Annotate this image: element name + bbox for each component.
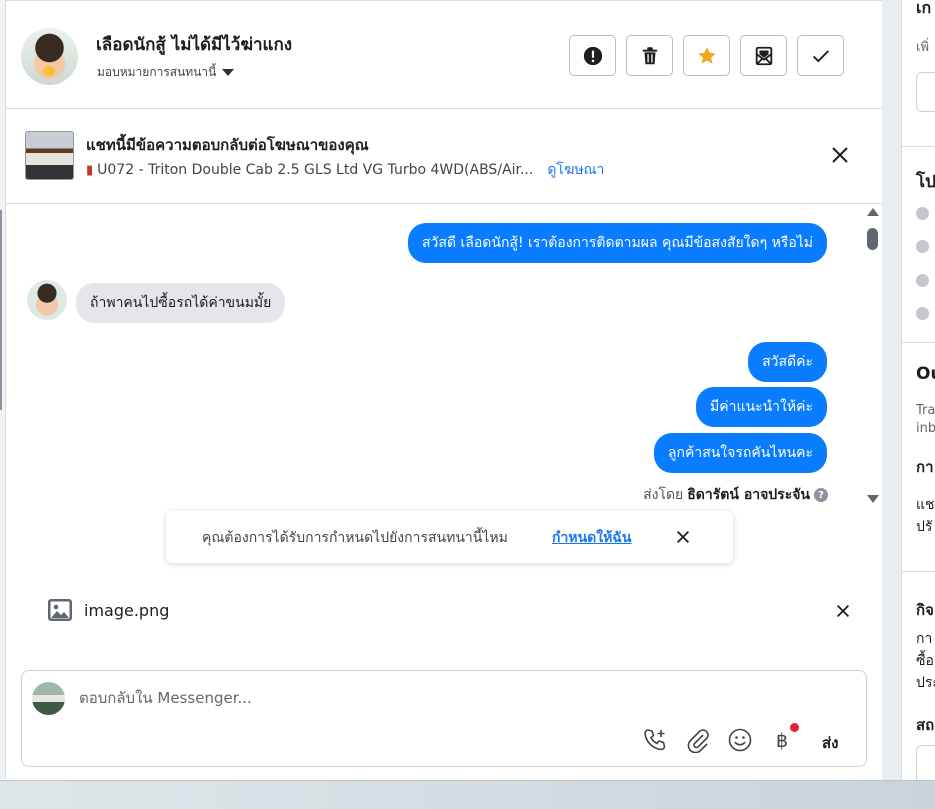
rp-subtext-top: เพิ่ [916,40,930,55]
message-outgoing: สวัสดีค่ะ [748,342,827,382]
caret-down-icon [222,69,235,76]
message-composer: ฿ ส่ง [21,670,867,767]
mark-done-button[interactable] [797,35,844,76]
rp-text-3: กา [916,631,933,647]
divider [902,342,935,343]
chat-panel: เลือดนักสู้ ไม่ได้มีไว้ฆ่าแกง มอบหมายการ… [5,0,883,780]
scroll-up-arrow[interactable] [867,208,879,216]
view-ad-link[interactable]: ดูโฆษณา [547,159,604,181]
message-outgoing: ลูกค้าสนใจรถคันไหนคะ [653,433,827,473]
alert-icon [583,46,602,65]
checkmark-icon [812,49,829,62]
rp-heading-profile: โป [916,172,935,192]
right-details-panel: เก เพิ่ โป Ou Tra inb กา แช ปรั กิจ กา ซ… [901,0,935,780]
ad-reply-banner: แชทนี้มีข้อความตอบกลับต่อโฆษณาของคุณ ▮ U… [6,109,883,204]
page-avatar [32,682,65,715]
rp-heading-ou: Ou [916,364,935,384]
scrollbar-thumb[interactable] [867,228,878,250]
help-icon[interactable]: ? [814,488,828,502]
image-icon [48,599,72,621]
delete-button[interactable] [626,35,673,76]
rp-subtext-ou-2: inb [916,421,935,436]
location-icon [916,307,929,320]
message-outgoing: สวัสดี เลือดนักสู้! เราต้องการติดตามผล ค… [408,223,827,263]
envelope-icon [755,46,772,65]
close-icon[interactable] [830,145,850,165]
sender-name: ธิดารัตน์ อาจประจัน [687,487,810,503]
sent-by-label: ส่งโดย ธิดารัตน์ อาจประจัน ? [643,484,828,506]
message-outgoing: มีค่าแนะนำให้ค่ะ [696,387,827,427]
window-bottom-bar [0,780,935,809]
ad-name: U072 - Triton Double Cab 2.5 GLS Ltd VG … [97,162,534,178]
rp-input-field[interactable] [916,72,935,112]
star-icon [697,46,716,64]
car-icon [916,240,929,253]
rp-heading-top: เก [916,0,932,17]
contact-name[interactable]: เลือดนักสู้ ไม่ได้มีไว้ฆ่าแกง [96,31,292,58]
chat-header: เลือดนักสู้ ไม่ได้มีไว้ฆ่าแกง มอบหมายการ… [6,1,883,109]
assign-prompt: คุณต้องการได้รับการกำหนดไปยังการสนทนานี้… [166,511,733,563]
paperclip-icon[interactable] [685,727,711,753]
assign-prompt-text: คุณต้องการได้รับการกำหนดไปยังการสนทนานี้… [202,530,508,546]
divider [902,571,935,572]
rp-status-field[interactable] [916,745,935,780]
contact-avatar[interactable] [21,28,78,85]
clock-icon [916,207,929,220]
location-icon [916,274,929,287]
report-spam-button[interactable] [569,35,616,76]
call-add-icon[interactable] [642,727,668,753]
trash-icon [642,46,657,64]
star-button[interactable] [683,35,730,76]
notification-dot [790,723,799,732]
rp-heading-activity: กิจ [916,601,934,619]
assign-label: มอบหมายการสนทนานี้ [97,65,217,79]
ad-thumbnail[interactable] [25,131,74,180]
rp-heading-ka: กา [916,458,934,476]
rp-text-4: ซื้อ [916,653,934,669]
sent-by-prefix: ส่งโดย [643,487,684,503]
rp-subtext-ou-1: Tra [916,403,935,418]
rp-text-2: ปรั [916,519,933,535]
reply-input[interactable] [79,689,779,707]
close-icon[interactable] [674,528,692,546]
mark-unread-button[interactable] [740,35,787,76]
ad-banner-title: แชทนี้มีข้อความตอบกลับต่อโฆษณาของคุณ [86,136,369,154]
send-button[interactable]: ส่ง [822,731,838,755]
divider [902,146,935,147]
ad-banner-subtitle: ▮ U072 - Triton Double Cab 2.5 GLS Ltd V… [86,159,604,181]
rp-text-1: แช [916,497,935,513]
assign-conversation-dropdown[interactable]: มอบหมายการสนทนานี้ [97,63,235,82]
message-incoming: ถ้าพาคนไปซื้อรถได้ค่าขนมมั้ย [76,283,286,323]
left-panel-scroll[interactable] [0,210,2,410]
truck-icon: ▮ [86,162,94,178]
emoji-icon[interactable] [727,727,753,753]
rp-heading-status: สถ [916,716,935,734]
scroll-down-arrow[interactable] [867,495,879,503]
close-icon[interactable] [834,602,852,620]
attachment-filename: image.png [84,601,170,620]
assign-to-me-link[interactable]: กำหนดให้ฉัน [552,527,631,549]
svg-text:฿: ฿ [776,730,788,752]
message-thread[interactable]: สวัสดี เลือดนักสู้! เราต้องการติดตามผล ค… [6,204,883,514]
contact-avatar-small[interactable] [27,280,67,320]
attachment-preview: image.png [6,586,883,636]
rp-text-5: ประ [916,675,935,691]
